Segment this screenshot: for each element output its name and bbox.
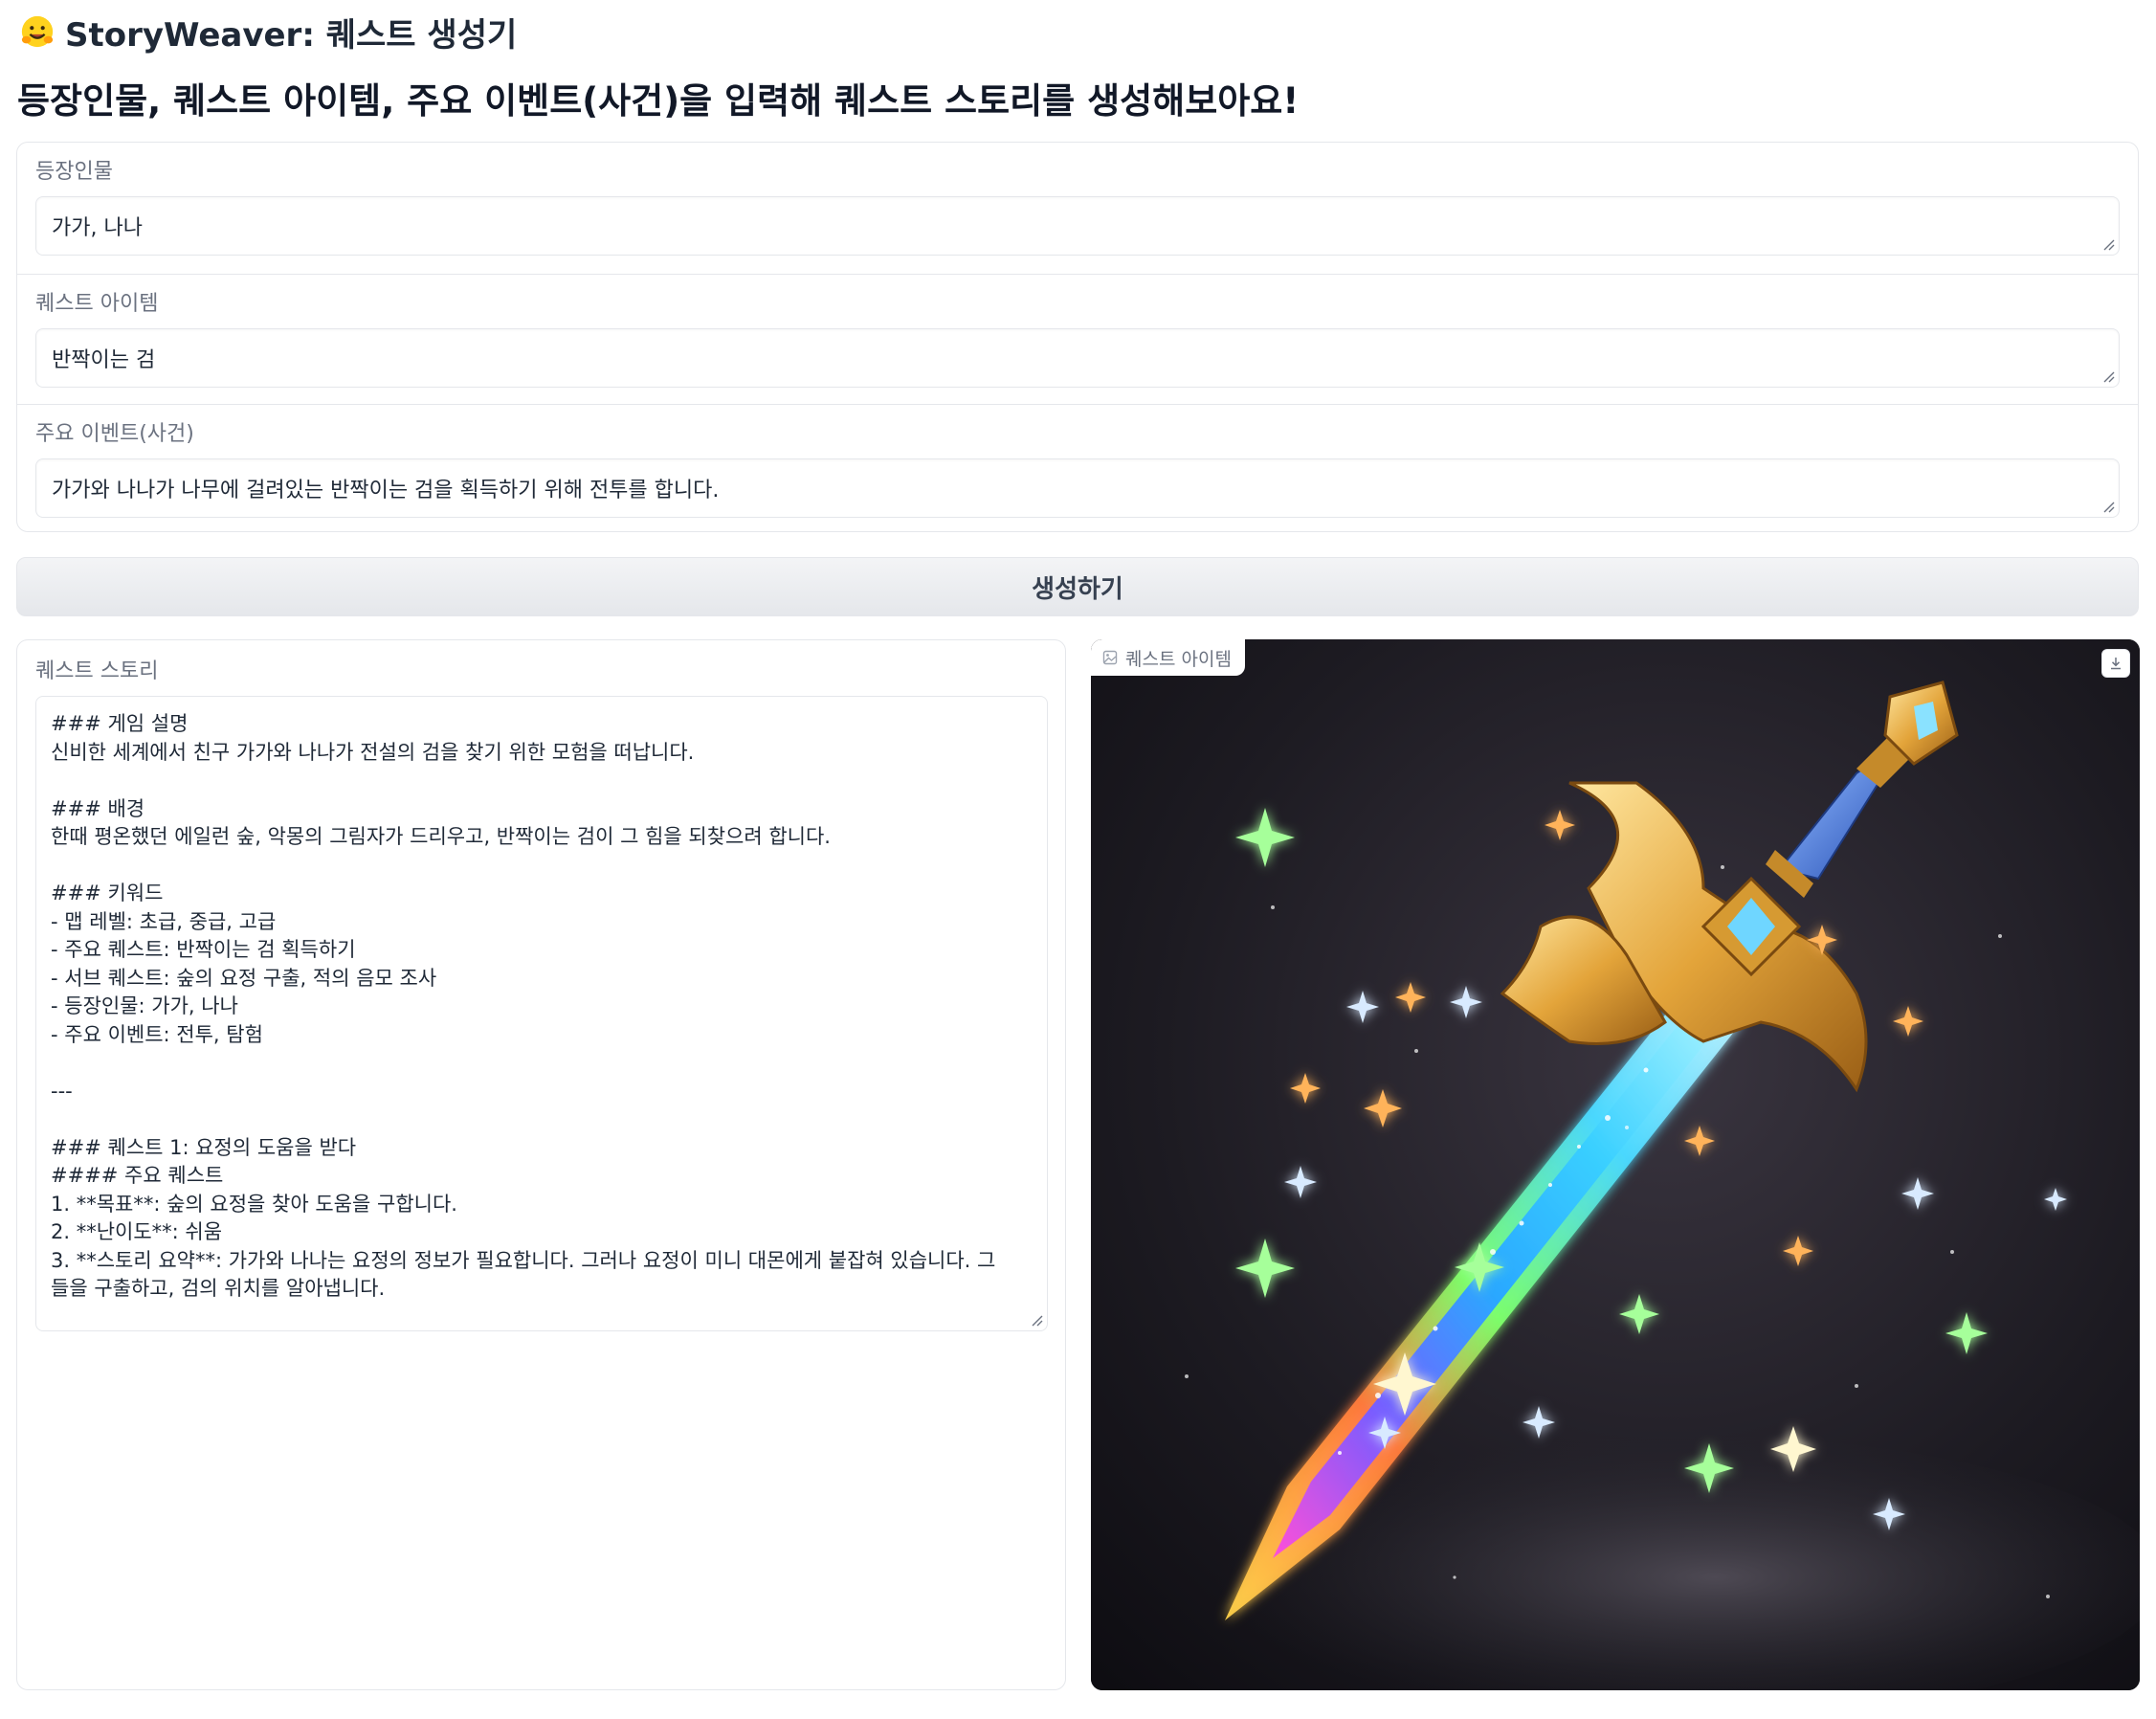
image-label-tag: 퀘스트 아이템 [1091,639,1245,676]
item-input-value: 반짝이는 검 [52,348,156,372]
app-title: StoryWeaver: 퀘스트 생성기 [19,8,517,56]
story-line: 들을 구출하고, 검의 위치를 알아냅니다. [51,1277,386,1300]
story-line [51,852,1028,881]
story-line: - 주요 이벤트: 전투, 탐험 [51,1022,263,1046]
sword-image [1091,639,2140,1690]
story-line: 신비한 세계에서 친구 가가와 나나가 전설의 검을 찾기 위한 모험을 떠납니… [51,740,695,764]
story-output-panel: 퀘스트 스토리 ### 게임 설명신비한 세계에서 친구 가가와 나나가 전설의… [16,639,1066,1690]
story-line [51,767,1028,795]
event-input[interactable]: 가가와 나나가 나무에 걸려있는 반짝이는 검을 획득하기 위해 전투를 합니다… [35,458,2120,518]
download-button[interactable] [2101,649,2130,678]
characters-input-value: 가가, 나나 [52,216,143,240]
story-line: - 등장인물: 가가, 나나 [51,994,238,1017]
story-line: #### 주요 퀘스트 [51,1164,224,1187]
story-label: 퀘스트 스토리 [35,659,159,683]
story-line: 한때 평온했던 에일런 숲, 악몽의 그림자가 드리우고, 반짝이는 검이 그 … [51,825,831,848]
image-label-text: 퀘스트 아이템 [1125,648,1232,670]
item-field: 퀘스트 아이템 반짝이는 검 [17,274,2138,404]
quest-item-image-panel: 퀘스트 아이템 [1091,639,2140,1690]
page-subtitle: 등장인물, 퀘스트 아이템, 주요 이벤트(사건)을 입력해 퀘스트 스토리를 … [17,80,1300,122]
characters-field: 등장인물 가가, 나나 [17,143,2138,274]
generate-button[interactable]: 생성하기 [16,557,2139,616]
story-line: ### 게임 설명 [51,712,189,735]
story-line: ### 배경 [51,796,145,820]
item-label: 퀘스트 아이템 [35,292,159,316]
story-line: - 서브 퀘스트: 숲의 요정 구출, 적의 음모 조사 [51,966,437,990]
event-label: 주요 이벤트(사건) [35,422,194,446]
story-line: 3. **스토리 요약**: 가가와 나나는 요정의 정보가 필요합니다. 그러… [51,1248,996,1272]
item-input[interactable]: 반짝이는 검 [35,328,2120,388]
story-line: - 주요 퀘스트: 반짝이는 검 획득하기 [51,938,356,961]
story-line: ### 퀘스트 1: 요정의 도움을 받다 [51,1135,357,1159]
story-line: 1. **목표**: 숲의 요정을 찾아 도움을 구합니다. [51,1192,457,1216]
story-line: - 맵 레벨: 초급, 중급, 고급 [51,909,277,933]
resize-grip-icon[interactable] [2101,369,2115,383]
characters-label: 등장인물 [35,160,113,184]
app-page: StoryWeaver: 퀘스트 생성기 등장인물, 퀘스트 아이템, 주요 이… [0,0,2156,1719]
resize-grip-icon[interactable] [2101,500,2115,513]
story-textarea[interactable]: ### 게임 설명신비한 세계에서 친구 가가와 나나가 전설의 검을 찾기 위… [35,696,1048,1331]
event-input-value: 가가와 나나가 나무에 걸려있는 반짝이는 검을 획득하기 위해 전투를 합니다… [52,479,720,502]
story-line: --- [51,1079,73,1103]
story-line [51,1105,1028,1134]
resize-grip-icon[interactable] [2101,237,2115,251]
story-line: 2. **난이도**: 쉬움 [51,1220,223,1243]
download-icon [2111,658,2121,670]
characters-input[interactable]: 가가, 나나 [35,196,2120,256]
story-line [51,1049,1028,1078]
hugging-face-icon [21,15,54,48]
app-title-text: StoryWeaver: 퀘스트 생성기 [65,15,518,55]
image-icon [1102,650,1118,665]
story-text: ### 게임 설명신비한 세계에서 친구 가가와 나나가 전설의 검을 찾기 위… [51,710,1028,1304]
story-line: ### 키워드 [51,882,164,904]
event-field: 주요 이벤트(사건) 가가와 나나가 나무에 걸려있는 반짝이는 검을 획득하기… [17,404,2138,531]
input-form: 등장인물 가가, 나나 퀘스트 아이템 반짝이는 검 주요 이벤트(사건) 가가… [16,142,2139,532]
resize-grip-icon[interactable] [1030,1313,1043,1327]
